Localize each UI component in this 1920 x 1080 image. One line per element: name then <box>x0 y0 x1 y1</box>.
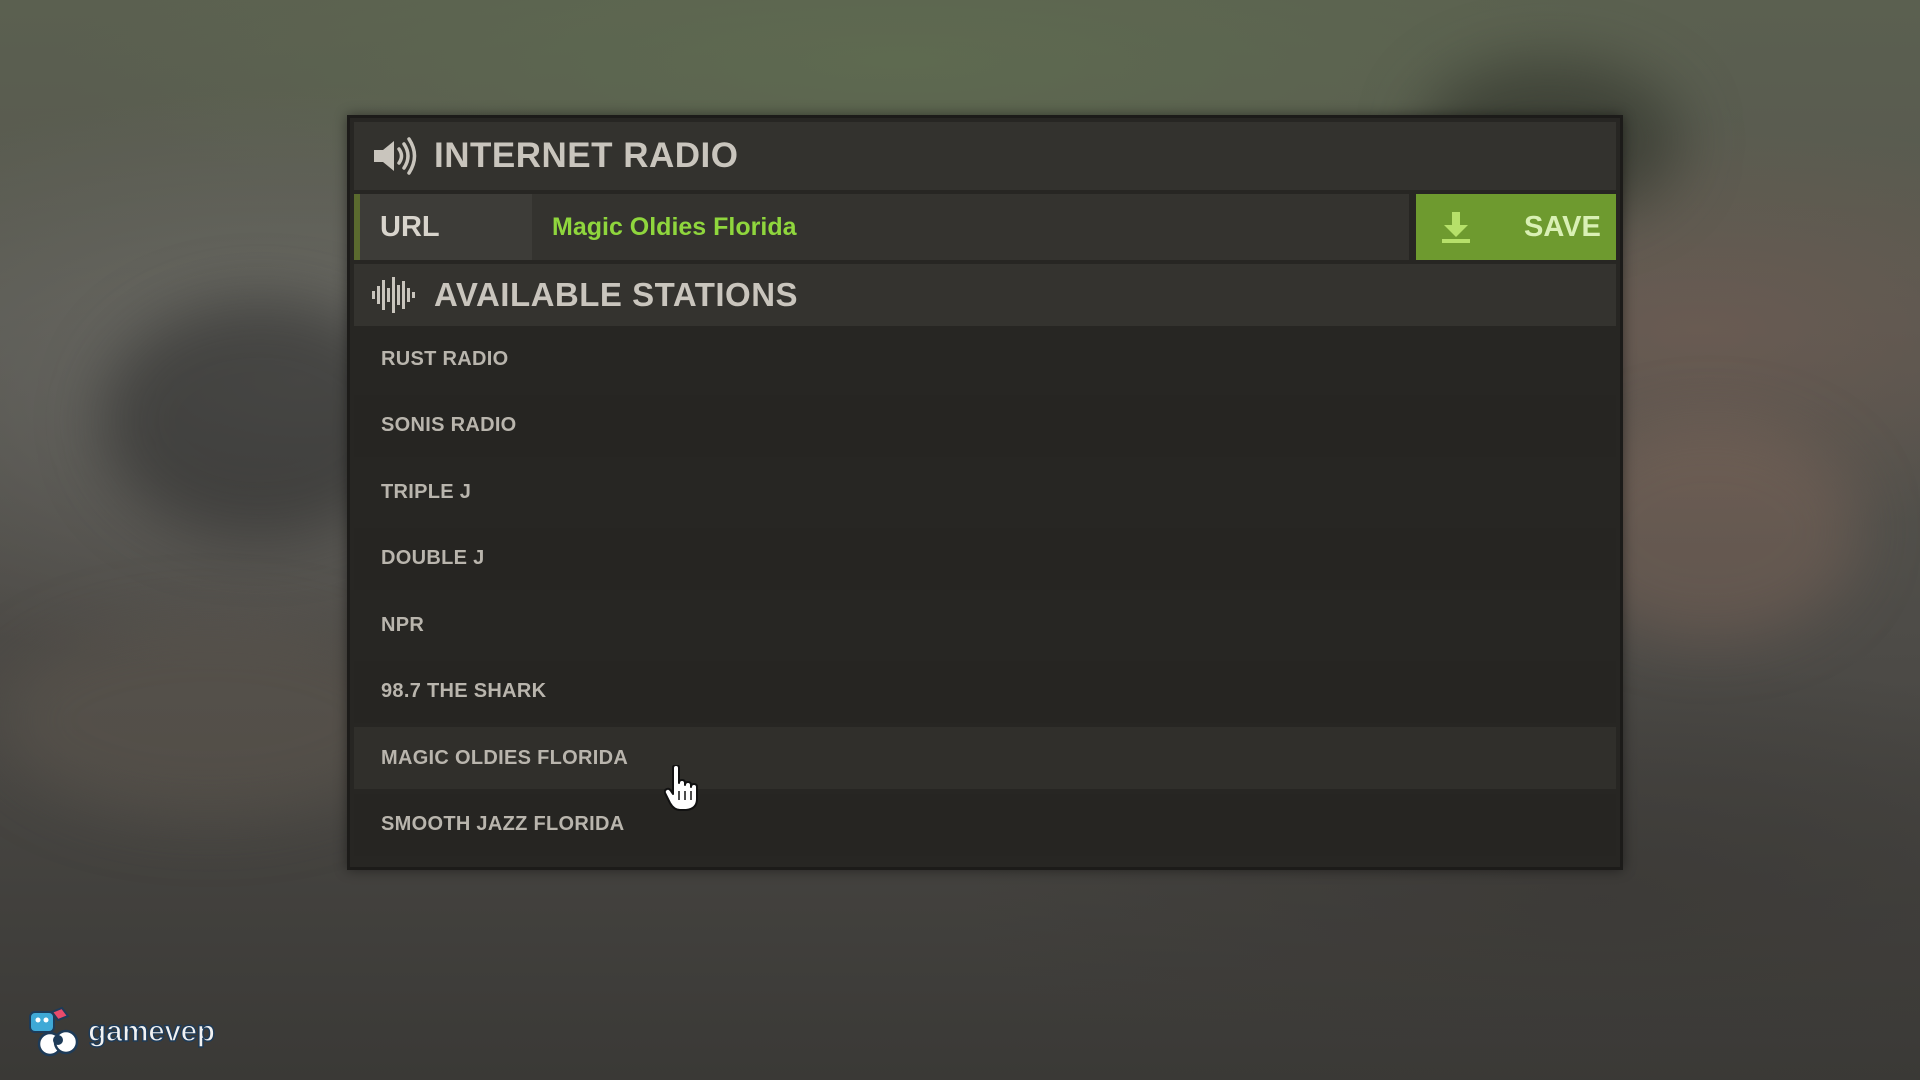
station-item[interactable]: SMOOTH JAZZ FLORIDA <box>354 793 1616 856</box>
station-label: NPR <box>381 613 425 636</box>
watermark-text: gamevep <box>87 1014 216 1049</box>
gamevep-logo-icon <box>29 1006 79 1057</box>
stations-title: AVAILABLE STATIONS <box>434 276 799 313</box>
station-item[interactable]: TRIPLE J <box>354 461 1616 523</box>
save-button[interactable]: SAVE <box>1416 194 1616 260</box>
url-input[interactable] <box>532 194 1409 260</box>
station-item[interactable]: 98.7 THE SHARK <box>354 660 1616 723</box>
panel-title: INTERNET RADIO <box>434 136 739 175</box>
station-label: MAGIC OLDIES FLORIDA <box>381 746 629 769</box>
hand-cursor-icon <box>664 765 698 811</box>
station-label: SMOOTH JAZZ FLORIDA <box>381 813 625 835</box>
station-list: RUST RADIO SONIS RADIO TRIPLE J DOUBLE J… <box>354 328 1616 859</box>
watermark: gamevep <box>28 1006 216 1058</box>
station-label: SONIS RADIO <box>381 414 517 436</box>
panel-header: INTERNET RADIO <box>354 122 1616 190</box>
station-label: DOUBLE J <box>381 547 485 569</box>
station-item[interactable]: NPR <box>354 594 1616 656</box>
url-label-box: URL <box>354 194 532 260</box>
speaker-icon <box>374 137 417 175</box>
station-item[interactable]: SONIS RADIO <box>354 394 1616 457</box>
station-label: TRIPLE J <box>381 480 472 503</box>
url-row: URL SAVE <box>354 194 1616 260</box>
station-label: 98.7 THE SHARK <box>381 680 547 702</box>
stations-header: AVAILABLE STATIONS <box>354 264 1616 326</box>
url-label: URL <box>380 210 440 243</box>
internet-radio-panel: INTERNET RADIO URL SAVE AVAILAB <box>347 115 1623 870</box>
save-label: SAVE <box>1524 210 1601 243</box>
station-item[interactable]: RUST RADIO <box>354 328 1616 390</box>
station-item[interactable]: DOUBLE J <box>354 527 1616 590</box>
waveform-icon <box>372 277 415 313</box>
download-icon <box>1442 212 1470 243</box>
station-label: RUST RADIO <box>381 347 509 370</box>
station-item[interactable]: MAGIC OLDIES FLORIDA <box>354 727 1616 789</box>
